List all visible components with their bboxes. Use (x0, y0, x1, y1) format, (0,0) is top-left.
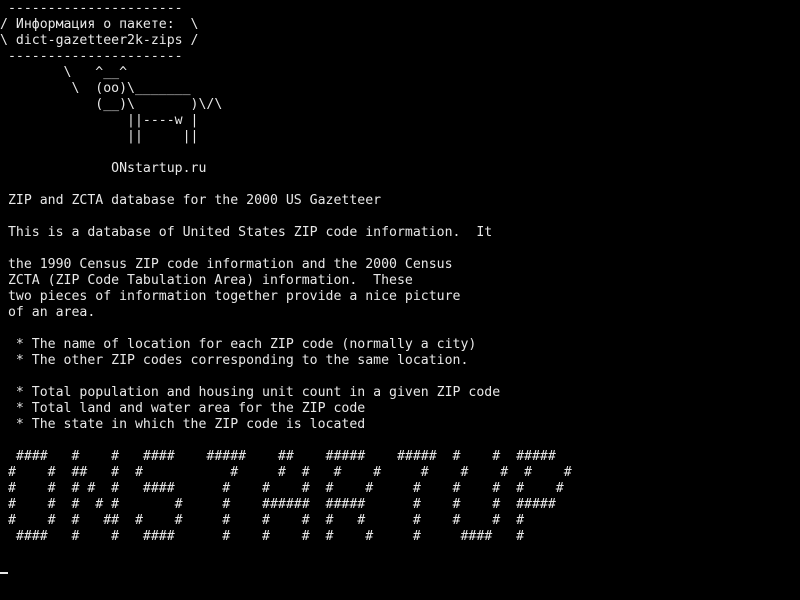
prompt-line[interactable] (0, 561, 800, 577)
cowsay-cow-line: (__)\ )\/\ (0, 97, 223, 112)
cowsay-cow-line: ||----w | (0, 113, 199, 128)
cowsay-bubble-top: ---------------------- (0, 1, 183, 16)
description-line: two pieces of information together provi… (0, 289, 461, 304)
cowsay-bubble-line-1: / Информация о пакете: \ (0, 17, 199, 32)
text-cursor (0, 572, 8, 574)
banner-art-line: #### # # #### ##### ## ##### ##### # # #… (0, 449, 556, 464)
bullet-item: * The state in which the ZIP code is loc… (0, 417, 366, 432)
cowsay-bubble-bottom: ---------------------- (0, 49, 183, 64)
description-line: This is a database of United States ZIP … (0, 225, 493, 240)
bullet-item: * The name of location for each ZIP code… (0, 337, 477, 352)
bullet-item: * Total land and water area for the ZIP … (0, 401, 366, 416)
banner-art-line: # # ## # # # # # # # # # # # # (0, 465, 572, 480)
banner-art-line: # # # ## # # # # # # # # # # # (0, 513, 525, 528)
terminal-console[interactable]: ---------------------- / Информация о па… (0, 0, 800, 600)
banner-art-line: # # # # # # # ###### ##### # # # ##### (0, 497, 556, 512)
site-name: ONstartup.ru (0, 161, 207, 176)
banner-art-line: # # # # # #### # # # # # # # # # # (0, 481, 564, 496)
cowsay-cow-line: \ ^__^ (0, 65, 128, 80)
cowsay-cow-line: || || (0, 129, 199, 144)
bullet-item: * The other ZIP codes corresponding to t… (0, 353, 469, 368)
bullet-item: * Total population and housing unit coun… (0, 385, 501, 400)
package-summary: ZIP and ZCTA database for the 2000 US Ga… (0, 193, 382, 208)
banner-art-line: #### # # #### # # # # # # #### # (0, 529, 525, 544)
description-line: of an area. (0, 305, 96, 320)
cowsay-bubble-line-2: \ dict-gazetteer2k-zips / (0, 33, 199, 48)
description-line: the 1990 Census ZIP code information and… (0, 257, 453, 272)
cowsay-cow-line: \ (oo)\_______ (0, 81, 191, 96)
description-line: ZCTA (ZIP Code Tabulation Area) informat… (0, 273, 413, 288)
